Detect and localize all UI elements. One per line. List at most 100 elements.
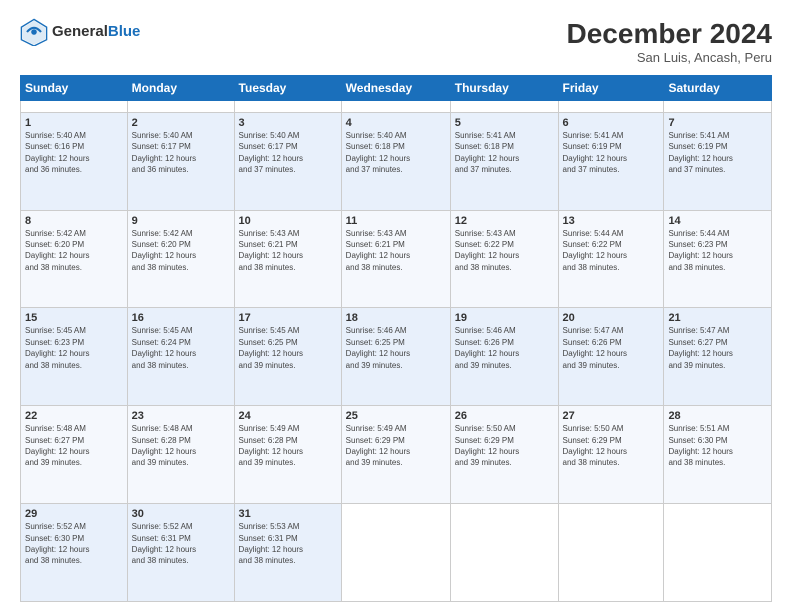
day-number: 9 — [132, 215, 230, 227]
calendar-cell: 1Sunrise: 5:40 AM Sunset: 6:16 PM Daylig… — [21, 112, 128, 210]
day-info: Sunrise: 5:44 AM Sunset: 6:23 PM Dayligh… — [668, 229, 732, 272]
day-info: Sunrise: 5:48 AM Sunset: 6:28 PM Dayligh… — [132, 424, 196, 467]
location: San Luis, Ancash, Peru — [567, 50, 772, 65]
calendar-cell: 18 Sunrise: 5:46 AM Sunset: 6:25 PM Dayli… — [341, 308, 450, 406]
day-info: Sunrise: 5:40 AM Sunset: 6:16 PM Dayligh… — [25, 131, 89, 174]
calendar-cell: 31 Sunrise: 5:53 AM Sunset: 6:31 PM Dayli… — [234, 504, 341, 602]
day-number: 24 — [239, 410, 337, 422]
calendar-cell: 6 Sunrise: 5:41 AM Sunset: 6:19 PM Daylig… — [558, 112, 664, 210]
day-info: Sunrise: 5:44 AM Sunset: 6:22 PM Dayligh… — [563, 229, 627, 272]
day-number: 13 — [563, 215, 660, 227]
day-info: Sunrise: 5:43 AM Sunset: 6:21 PM Dayligh… — [346, 229, 410, 272]
day-info: Sunrise: 5:42 AM Sunset: 6:20 PM Dayligh… — [132, 229, 196, 272]
day-number: 6 — [563, 117, 660, 129]
day-number: 28 — [668, 410, 767, 422]
calendar-cell: 4 Sunrise: 5:40 AM Sunset: 6:18 PM Daylig… — [341, 112, 450, 210]
day-number: 4 — [346, 117, 446, 129]
day-number: 30 — [132, 508, 230, 520]
day-number: 11 — [346, 215, 446, 227]
calendar-cell: 27Sunrise: 5:50 AM Sunset: 6:29 PM Dayli… — [558, 406, 664, 504]
day-info: Sunrise: 5:50 AM Sunset: 6:29 PM Dayligh… — [455, 424, 519, 467]
day-info: Sunrise: 5:48 AM Sunset: 6:27 PM Dayligh… — [25, 424, 89, 467]
calendar-cell: 14Sunrise: 5:44 AM Sunset: 6:23 PM Dayli… — [664, 210, 772, 308]
day-info: Sunrise: 5:47 AM Sunset: 6:26 PM Dayligh… — [563, 326, 627, 369]
calendar-cell — [341, 504, 450, 602]
day-number: 15 — [25, 312, 123, 324]
calendar-cell — [234, 101, 341, 113]
day-number: 23 — [132, 410, 230, 422]
day-number: 31 — [239, 508, 337, 520]
calendar-cell: 11 Sunrise: 5:43 AM Sunset: 6:21 PM Dayli… — [341, 210, 450, 308]
week-row-5: 29Sunrise: 5:52 AM Sunset: 6:30 PM Dayli… — [21, 504, 772, 602]
logo-text: GeneralBlue — [52, 24, 140, 41]
calendar-cell: 9 Sunrise: 5:42 AM Sunset: 6:20 PM Daylig… — [127, 210, 234, 308]
calendar-cell — [558, 101, 664, 113]
calendar-cell: 28 Sunrise: 5:51 AM Sunset: 6:30 PM Dayli… — [664, 406, 772, 504]
calendar-cell — [664, 101, 772, 113]
day-info: Sunrise: 5:41 AM Sunset: 6:19 PM Dayligh… — [668, 131, 732, 174]
calendar-cell: 29Sunrise: 5:52 AM Sunset: 6:30 PM Dayli… — [21, 504, 128, 602]
day-number: 18 — [346, 312, 446, 324]
calendar-cell: 22 Sunrise: 5:48 AM Sunset: 6:27 PM Dayli… — [21, 406, 128, 504]
col-sunday: Sunday — [21, 76, 128, 101]
calendar-cell: 15 Sunrise: 5:45 AM Sunset: 6:23 PM Dayli… — [21, 308, 128, 406]
day-number: 22 — [25, 410, 123, 422]
day-info: Sunrise: 5:45 AM Sunset: 6:23 PM Dayligh… — [25, 326, 89, 369]
calendar-cell: 12Sunrise: 5:43 AM Sunset: 6:22 PM Dayli… — [450, 210, 558, 308]
day-number: 21 — [668, 312, 767, 324]
day-number: 3 — [239, 117, 337, 129]
calendar-cell — [341, 101, 450, 113]
calendar-cell: 21 Sunrise: 5:47 AM Sunset: 6:27 PM Dayli… — [664, 308, 772, 406]
calendar-cell — [664, 504, 772, 602]
calendar-cell: 17 Sunrise: 5:45 AM Sunset: 6:25 PM Dayli… — [234, 308, 341, 406]
day-number: 19 — [455, 312, 554, 324]
day-info: Sunrise: 5:43 AM Sunset: 6:22 PM Dayligh… — [455, 229, 519, 272]
calendar-cell — [558, 504, 664, 602]
calendar-cell: 3Sunrise: 5:40 AM Sunset: 6:17 PM Daylig… — [234, 112, 341, 210]
week-row-2: 8Sunrise: 5:42 AM Sunset: 6:20 PM Daylig… — [21, 210, 772, 308]
day-info: Sunrise: 5:53 AM Sunset: 6:31 PM Dayligh… — [239, 522, 303, 565]
calendar-cell — [450, 101, 558, 113]
day-number: 10 — [239, 215, 337, 227]
logo-icon — [20, 18, 48, 46]
day-number: 20 — [563, 312, 660, 324]
day-info: Sunrise: 5:40 AM Sunset: 6:18 PM Dayligh… — [346, 131, 410, 174]
day-number: 17 — [239, 312, 337, 324]
day-number: 2 — [132, 117, 230, 129]
calendar-cell — [450, 504, 558, 602]
day-info: Sunrise: 5:49 AM Sunset: 6:29 PM Dayligh… — [346, 424, 410, 467]
day-info: Sunrise: 5:40 AM Sunset: 6:17 PM Dayligh… — [132, 131, 196, 174]
calendar-table: Sunday Monday Tuesday Wednesday Thursday… — [20, 75, 772, 602]
day-info: Sunrise: 5:45 AM Sunset: 6:24 PM Dayligh… — [132, 326, 196, 369]
day-number: 26 — [455, 410, 554, 422]
calendar-cell: 16Sunrise: 5:45 AM Sunset: 6:24 PM Dayli… — [127, 308, 234, 406]
calendar-cell: 23 Sunrise: 5:48 AM Sunset: 6:28 PM Dayli… — [127, 406, 234, 504]
calendar-cell: 8Sunrise: 5:42 AM Sunset: 6:20 PM Daylig… — [21, 210, 128, 308]
page: GeneralBlue December 2024 San Luis, Anca… — [0, 0, 792, 612]
day-info: Sunrise: 5:46 AM Sunset: 6:26 PM Dayligh… — [455, 326, 519, 369]
day-info: Sunrise: 5:47 AM Sunset: 6:27 PM Dayligh… — [668, 326, 732, 369]
col-saturday: Saturday — [664, 76, 772, 101]
calendar-cell — [127, 101, 234, 113]
calendar-cell: 20 Sunrise: 5:47 AM Sunset: 6:26 PM Dayli… — [558, 308, 664, 406]
week-row-0 — [21, 101, 772, 113]
logo: GeneralBlue — [20, 18, 140, 46]
day-info: Sunrise: 5:45 AM Sunset: 6:25 PM Dayligh… — [239, 326, 303, 369]
day-info: Sunrise: 5:41 AM Sunset: 6:19 PM Dayligh… — [563, 131, 627, 174]
day-info: Sunrise: 5:43 AM Sunset: 6:21 PM Dayligh… — [239, 229, 303, 272]
calendar-cell: 19 Sunrise: 5:46 AM Sunset: 6:26 PM Dayli… — [450, 308, 558, 406]
calendar-cell: 24 Sunrise: 5:49 AM Sunset: 6:28 PM Dayli… — [234, 406, 341, 504]
logo-blue: Blue — [108, 23, 141, 40]
calendar-cell — [21, 101, 128, 113]
col-thursday: Thursday — [450, 76, 558, 101]
col-wednesday: Wednesday — [341, 76, 450, 101]
header: GeneralBlue December 2024 San Luis, Anca… — [20, 18, 772, 65]
calendar-cell: 25Sunrise: 5:49 AM Sunset: 6:29 PM Dayli… — [341, 406, 450, 504]
day-info: Sunrise: 5:51 AM Sunset: 6:30 PM Dayligh… — [668, 424, 732, 467]
day-info: Sunrise: 5:46 AM Sunset: 6:25 PM Dayligh… — [346, 326, 410, 369]
col-friday: Friday — [558, 76, 664, 101]
week-row-1: 1Sunrise: 5:40 AM Sunset: 6:16 PM Daylig… — [21, 112, 772, 210]
calendar-cell: 26 Sunrise: 5:50 AM Sunset: 6:29 PM Dayli… — [450, 406, 558, 504]
calendar-cell: 5Sunrise: 5:41 AM Sunset: 6:18 PM Daylig… — [450, 112, 558, 210]
day-info: Sunrise: 5:49 AM Sunset: 6:28 PM Dayligh… — [239, 424, 303, 467]
